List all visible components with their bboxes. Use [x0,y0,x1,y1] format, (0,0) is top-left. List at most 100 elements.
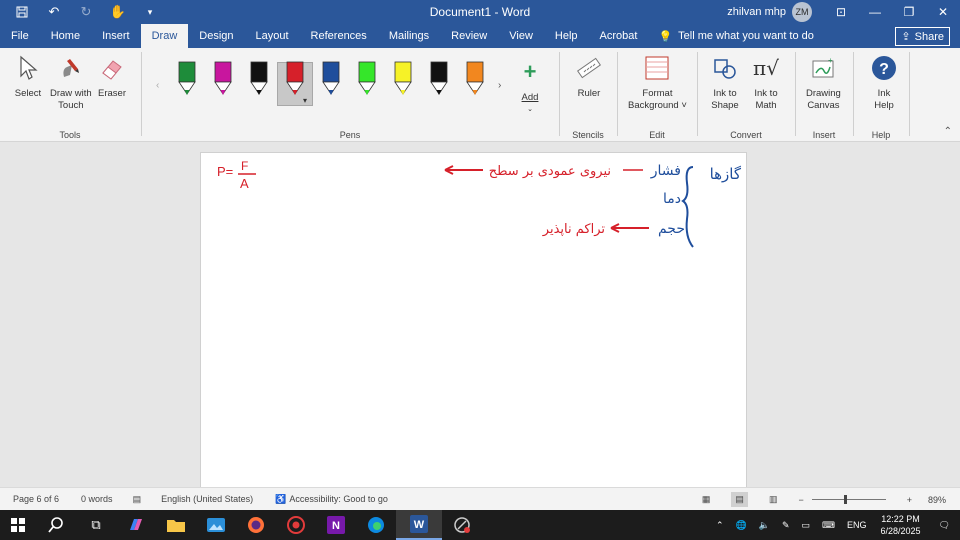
touch-mode-icon[interactable]: ✋ [106,0,130,24]
convert-group-label: Convert [730,130,762,140]
tab-review[interactable]: Review [440,24,498,48]
tab-view[interactable]: View [498,24,544,48]
keyboard-icon[interactable]: ⌨ [816,520,841,531]
pressure-definition: نیروی عمودی بر سطح [489,164,611,179]
print-layout-icon[interactable]: ▤ [731,492,748,507]
user-account[interactable]: zhilvan mhp ZM [727,0,812,24]
document-canvas[interactable]: P= F A گازها فشار نیروی عمودی بر سطح دما… [0,142,960,488]
pen-9[interactable] [464,60,486,98]
tab-help[interactable]: Help [544,24,589,48]
tab-mailings[interactable]: Mailings [378,24,440,48]
pen-8[interactable] [428,60,450,98]
web-layout-icon[interactable]: ▥ [769,494,778,505]
ink-help-button[interactable]: ? Ink Help [870,54,898,112]
format-background-icon [643,54,671,82]
pen-3[interactable] [248,60,270,98]
word-count[interactable]: 0 words [81,494,113,504]
clock[interactable]: 12:22 PM 6/28/2025 [873,513,929,537]
format-bg-label-line1: Format [642,88,673,99]
zoom-slider-thumb[interactable] [843,495,847,504]
tell-me-search[interactable]: 💡 Tell me what you want to do [648,24,813,48]
file-explorer-icon[interactable] [156,510,196,540]
snipping-tool-icon[interactable] [442,510,482,540]
save-icon[interactable] [10,0,34,24]
zoom-slider[interactable] [811,495,886,504]
tab-layout[interactable]: Layout [245,24,300,48]
edge-icon[interactable] [356,510,396,540]
language-indicator[interactable]: English (United States) [161,494,253,504]
tab-insert[interactable]: Insert [91,24,141,48]
tab-draw[interactable]: Draw [140,24,189,48]
focus-mode-icon[interactable]: ▦ [702,494,711,505]
customize-qat-icon[interactable]: ▾ [138,0,162,24]
help-group-label: Help [871,130,891,140]
search-icon[interactable] [36,510,76,540]
drawing-canvas-label-line1: Drawing [806,88,841,99]
copilot-icon[interactable] [116,510,156,540]
collapse-ribbon-icon[interactable]: ⌃ [944,126,952,137]
battery-icon[interactable]: ▭ [795,520,816,531]
ink-to-shape-button[interactable]: Ink to Shape [711,54,739,112]
tab-home[interactable]: Home [40,24,91,48]
page-count[interactable]: Page 6 of 6 [13,494,59,504]
pens-scroll-left-icon[interactable]: ‹ [156,80,159,91]
pens-group: Pens [142,48,558,142]
accessibility-icon[interactable]: ♿ [275,494,286,505]
pen-4[interactable] [284,60,306,98]
ribbon-display-options-icon[interactable]: ⊡ [824,0,858,24]
zoom-in-icon[interactable]: + [907,495,912,505]
pen-6[interactable] [356,60,378,98]
tab-references[interactable]: References [300,24,378,48]
close-icon[interactable]: ✕ [926,0,960,24]
pen-7[interactable] [392,60,414,98]
select-button[interactable]: Select [14,54,42,100]
onenote-icon[interactable]: N [316,510,356,540]
pen-2[interactable] [212,60,234,98]
format-bg-label-line2: Background ˅ [628,100,687,111]
start-windows-icon[interactable] [0,510,36,540]
svg-text:N: N [332,520,340,532]
tab-file[interactable]: File [0,24,40,48]
clock-time: 12:22 PM [881,514,920,524]
document-page[interactable]: P= F A گازها فشار نیروی عمودی بر سطح دما… [200,152,747,488]
add-pen-button[interactable]: + Add ⌄ [520,58,540,116]
share-button[interactable]: ⇪ Share [895,27,950,46]
notifications-icon[interactable]: 🗨 [929,520,960,531]
ruler-button[interactable]: Ruler [575,54,603,100]
pen-1[interactable] [176,60,198,98]
add-chevron-icon: ⌄ [527,106,533,113]
eraser-button[interactable]: Eraser [98,54,126,100]
screen-recorder-icon[interactable] [276,510,316,540]
zoom-out-icon[interactable]: − [798,495,803,505]
pen-tray-icon[interactable]: ✎ [776,520,796,531]
firefox-icon[interactable] [236,510,276,540]
clock-date: 6/28/2025 [880,526,921,536]
tray-overflow-icon[interactable]: ⌃ [710,520,730,531]
tab-acrobat[interactable]: Acrobat [589,24,649,48]
zoom-level[interactable]: 89% [928,495,946,505]
draw-with-touch-button[interactable]: Draw with Touch [50,54,92,112]
word-app-icon[interactable]: W [396,510,442,540]
volume-icon[interactable]: 🔈 [753,520,776,531]
redo-icon[interactable]: ↻ [74,0,98,24]
ink-to-math-button[interactable]: π√ Ink to Math [752,54,780,112]
restore-icon[interactable]: ❐ [892,0,926,24]
group-divider [909,52,910,136]
photos-app-icon[interactable] [196,510,236,540]
pens-scroll-right-icon[interactable]: › [498,80,501,91]
task-view-icon[interactable]: ⧉ [76,510,116,540]
drawing-canvas-button[interactable]: + Drawing Canvas [806,54,841,112]
proofing-icon[interactable]: ▤ [133,494,142,505]
undo-icon[interactable]: ↶ [42,0,66,24]
stencils-group-label: Stencils [572,130,604,140]
pen-options-chevron-icon[interactable]: ▾ [303,96,307,105]
network-globe-icon[interactable]: 🌐 [730,520,753,531]
accessibility-status[interactable]: Accessibility: Good to go [289,494,388,504]
tab-design[interactable]: Design [188,24,244,48]
format-background-button[interactable]: Format Background ˅ [628,54,687,112]
pen-5[interactable] [320,60,342,98]
drawing-canvas-icon: + [809,54,837,82]
ribbon: Select Draw with Touch Eraser Tools Pens… [0,48,960,142]
input-language[interactable]: ENG [841,520,873,530]
minimize-icon[interactable]: — [858,0,892,24]
